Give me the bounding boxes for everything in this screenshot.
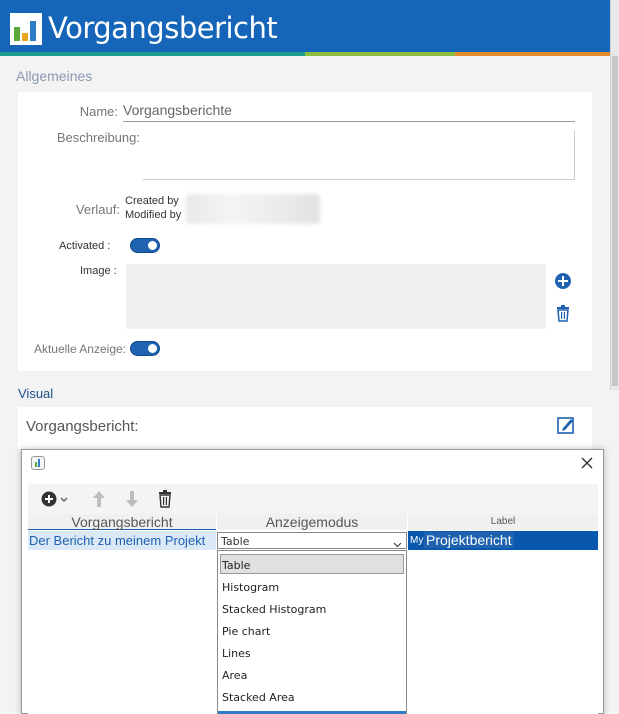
activated-toggle[interactable] <box>130 238 160 253</box>
report-grid: Vorgangsbericht Anzeigemodus Label Der B… <box>28 514 598 714</box>
history-values-blurred <box>186 194 320 224</box>
dropdown-option[interactable]: Histogram <box>222 581 279 594</box>
header-stripe-green <box>305 52 455 56</box>
report-config-dialog: Vorgangsbericht Anzeigemodus Label Der B… <box>21 449 604 714</box>
column-header-label[interactable]: Label <box>408 514 598 530</box>
table-row[interactable]: Der Bericht zu meinem Projekt Table My P… <box>28 531 598 550</box>
page-scrollbar[interactable] <box>610 0 619 390</box>
dropdown-option[interactable]: Lines <box>222 647 251 660</box>
move-down-icon[interactable] <box>125 490 139 508</box>
scrollbar-thumb[interactable] <box>612 56 618 386</box>
modified-by-label: Modified by <box>125 209 182 221</box>
section-title-visual: Visual <box>18 386 54 401</box>
app-logo-icon <box>10 13 42 45</box>
image-dropzone[interactable] <box>126 264 546 329</box>
history-label: Verlauf: <box>75 202 120 217</box>
add-image-icon[interactable] <box>554 272 572 290</box>
cell-report[interactable]: Der Bericht zu meinem Projekt <box>28 531 216 550</box>
dialog-app-icon <box>31 456 45 470</box>
dropdown-option[interactable]: Area <box>222 669 247 682</box>
label-prefix: My <box>410 535 424 546</box>
current-display-label: Aktuelle Anzeige: <box>33 342 126 356</box>
name-label: Name: <box>79 104 118 119</box>
dropdown-option[interactable]: Table <box>222 559 250 572</box>
general-card: Name: Vorgangsberichte Beschreibung: Ver… <box>18 92 592 371</box>
label-value: Projektbericht <box>424 532 514 548</box>
column-header-mode[interactable]: Anzeigemodus <box>217 514 407 530</box>
mode-dropdown-list: Table Histogram Stacked Histogram Pie ch… <box>217 550 407 714</box>
name-field[interactable]: Vorgangsberichte <box>123 102 575 122</box>
image-label: Image : <box>80 265 117 277</box>
dropdown-option[interactable]: Stacked Histogram <box>222 603 326 616</box>
cell-label[interactable]: My Projektbericht <box>408 531 598 550</box>
report-label: Vorgangsbericht: <box>26 418 139 435</box>
dialog-toolbar <box>28 484 598 514</box>
move-up-icon[interactable] <box>92 490 106 508</box>
dropdown-option[interactable]: Pie chart <box>222 625 270 638</box>
current-display-toggle[interactable] <box>130 341 160 356</box>
delete-row-icon[interactable] <box>158 490 172 508</box>
activated-label: Activated : <box>59 240 111 252</box>
delete-image-icon[interactable] <box>554 304 572 322</box>
dropdown-option[interactable]: Stacked Area <box>222 691 295 704</box>
mode-select-value: Table <box>221 535 250 548</box>
header-stripe-orange <box>455 52 610 56</box>
add-row-icon[interactable] <box>40 490 70 508</box>
section-title-general: Allgemeines <box>16 68 93 84</box>
description-field[interactable] <box>143 130 575 180</box>
description-label: Beschreibung: <box>56 130 140 145</box>
close-icon[interactable] <box>580 456 594 470</box>
edit-report-icon[interactable] <box>557 416 575 434</box>
header-stripe-teal <box>0 52 305 56</box>
mode-select[interactable]: Table <box>217 532 407 549</box>
app-header: Vorgangsbericht <box>0 0 610 56</box>
page-title: Vorgangsbericht <box>48 11 278 45</box>
visual-card: Vorgangsbericht: <box>18 407 592 449</box>
dialog-titlebar <box>22 450 603 478</box>
created-by-label: Created by <box>125 195 179 207</box>
column-header-report[interactable]: Vorgangsbericht <box>28 514 216 530</box>
